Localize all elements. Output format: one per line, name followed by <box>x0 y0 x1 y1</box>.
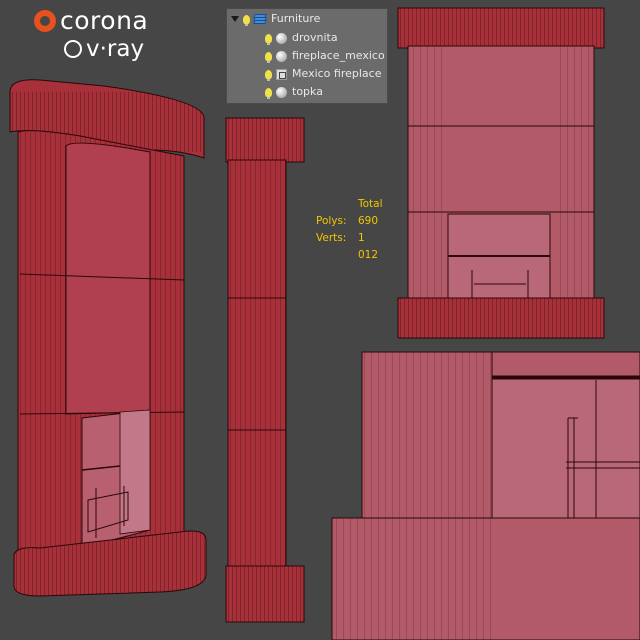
lightbulb-icon[interactable] <box>243 14 250 26</box>
group-icon <box>276 68 287 80</box>
lightbulb-icon[interactable] <box>265 33 272 45</box>
object-name: fireplace_mexico <box>292 49 385 62</box>
object-row-drovnita[interactable]: drovnita <box>265 29 338 47</box>
perspective-fireplace-model[interactable] <box>9 79 208 598</box>
object-row-fireplace-mexico[interactable]: fireplace_mexico <box>265 47 385 65</box>
side-view-fireplace-model[interactable] <box>225 117 305 623</box>
object-name: Mexico fireplace <box>292 67 382 80</box>
object-name: topka <box>292 85 323 98</box>
verts-value: 1 012 <box>358 232 379 261</box>
lightbulb-icon[interactable] <box>265 69 272 81</box>
object-name: drovnita <box>292 31 338 44</box>
sphere-icon <box>276 86 287 98</box>
stats-header: Total <box>358 198 383 210</box>
expand-triangle-icon[interactable] <box>231 16 239 22</box>
object-row-mexico-fireplace[interactable]: Mexico fireplace <box>265 65 381 83</box>
polys-value: 690 <box>358 215 379 227</box>
object-row-topka[interactable]: topka <box>265 83 323 101</box>
polys-label: Polys: <box>316 215 347 227</box>
sphere-icon <box>276 32 287 44</box>
layers-icon <box>253 14 267 24</box>
layer-name: Furniture <box>271 12 321 25</box>
front-view-fireplace-model[interactable] <box>397 7 605 339</box>
lightbulb-icon[interactable] <box>265 51 272 63</box>
lightbulb-icon[interactable] <box>265 87 272 99</box>
verts-label: Verts: <box>316 232 347 244</box>
detail-view-fireplace-model[interactable] <box>331 351 640 640</box>
sphere-icon <box>276 50 287 62</box>
layer-row-furniture[interactable]: Furniture <box>231 10 320 28</box>
scene-explorer-panel[interactable]: Furniture drovnita fireplace_mexico Mexi… <box>226 8 388 104</box>
